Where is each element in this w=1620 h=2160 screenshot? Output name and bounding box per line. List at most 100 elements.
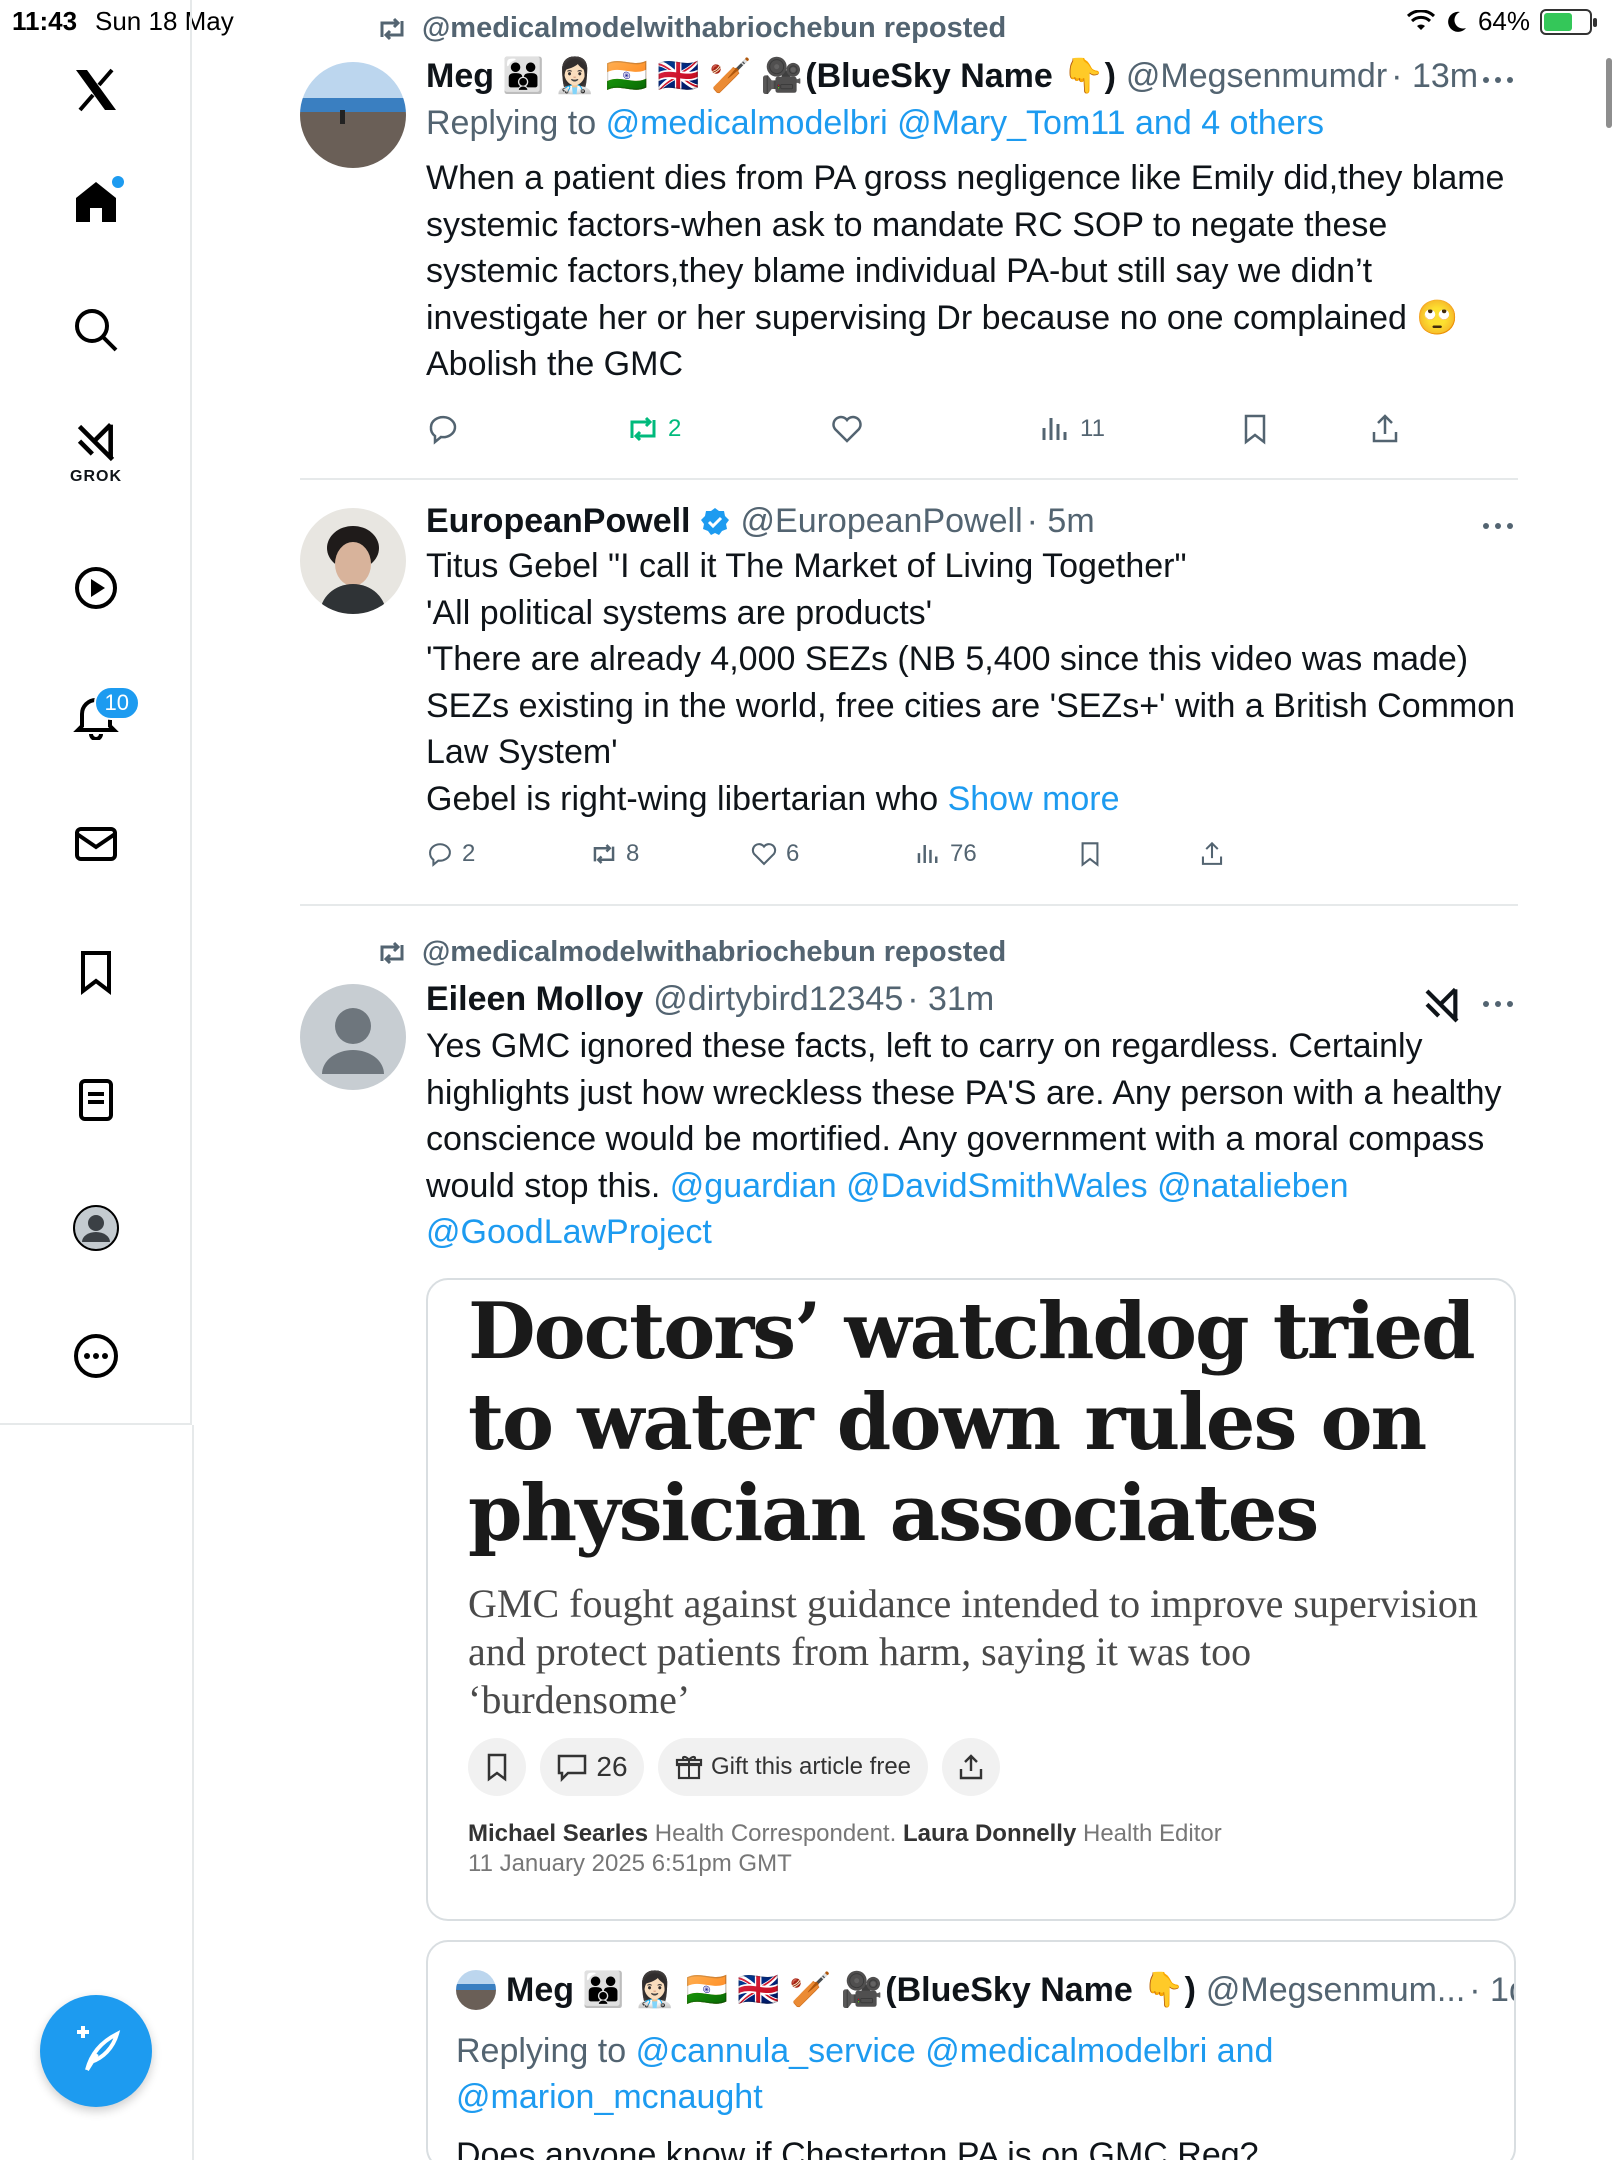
post-body: EuropeanPowell @EuropeanPowell · 5m Titu…: [426, 502, 1516, 884]
quoted-display-name-suffix: (BlueSky Name 👇): [885, 1971, 1196, 2009]
display-name[interactable]: EuropeanPowell: [426, 502, 691, 541]
comment-icon: [558, 1754, 587, 1782]
show-more-link[interactable]: Show more: [948, 780, 1120, 818]
share-icon: [1372, 413, 1398, 442]
article-role-2: Health Editor: [1082, 1820, 1222, 1847]
article-share-button[interactable]: [942, 1738, 1000, 1796]
wifi-icon: [1406, 9, 1435, 30]
article-role-1: Health Correspondent.: [654, 1820, 897, 1847]
quoted-name-emojis: 🧑‍🧑‍🧒 👩🏻‍⚕️ 🇮🇳 🇬🇧 🏏 🎥: [582, 1971, 884, 2009]
avatar[interactable]: [300, 984, 406, 1090]
more-icon[interactable]: [1480, 516, 1516, 536]
grok-icon[interactable]: [1422, 986, 1462, 1026]
article-date: 11 January 2025 6:51pm GMT: [468, 1850, 792, 1877]
quoted-time: · 1d: [1469, 1970, 1514, 2009]
post-text: Yes GMC ignored these facts, left to car…: [426, 1023, 1516, 1256]
article-standfirst: GMC fought against guidance intended to …: [468, 1581, 1478, 1722]
display-name[interactable]: Meg: [426, 57, 494, 96]
article-card[interactable]: Doctors’ watchdog tried to water down ru…: [426, 1278, 1516, 1921]
grok-icon[interactable]: GROK: [60, 416, 132, 488]
reply-context: Replying to @medicalmodelbri @Mary_Tom11…: [426, 104, 1516, 143]
article-comments-button[interactable]: 26: [540, 1738, 644, 1796]
repost-label: @medicalmodelwithabriochebun reposted: [422, 12, 1007, 44]
bookmark-button[interactable]: [1238, 412, 1272, 446]
more-icon[interactable]: [1480, 994, 1516, 1014]
display-name-suffix: (BlueSky Name 👇): [805, 57, 1116, 95]
quoted-display-name: Meg: [506, 1970, 574, 2009]
repost-icon: [593, 844, 615, 864]
repost-button[interactable]: 2: [626, 412, 681, 446]
more-icon[interactable]: [1480, 70, 1516, 90]
notifications-icon[interactable]: 10: [60, 680, 140, 752]
profile-icon[interactable]: [60, 1192, 132, 1264]
x-logo-icon[interactable]: [60, 54, 132, 126]
name-emojis: 🧑‍🧑‍🧒 👩🏻‍⚕️ 🇮🇳 🇬🇧 🏏 🎥: [502, 57, 804, 95]
user-handle[interactable]: @Megsenmumdr: [1126, 57, 1387, 96]
reply-button[interactable]: [426, 412, 468, 446]
post-actions: 2 8 6 76: [426, 840, 1516, 884]
reply-prefix: Replying to: [426, 104, 597, 142]
quoted-post[interactable]: Meg 🧑‍🧑‍🧒 👩🏻‍⚕️ 🇮🇳 🇬🇧 🏏 🎥 (BlueSky Name …: [426, 1940, 1516, 2160]
compose-post-button[interactable]: [40, 1995, 152, 2107]
repost-indicator: @medicalmodelwithabriochebun reposted: [376, 936, 1006, 969]
video-icon[interactable]: [60, 552, 132, 624]
post-time[interactable]: · 5m: [1027, 502, 1095, 541]
reply-icon: [429, 843, 451, 867]
post-time[interactable]: · 13m: [1391, 57, 1478, 96]
views-icon: [917, 844, 938, 864]
post-header: Meg 🧑‍🧑‍🧒 👩🏻‍⚕️ 🇮🇳 🇬🇧 🏏 🎥 (BlueSky Name …: [426, 56, 1516, 96]
user-handle[interactable]: @EuropeanPowell: [741, 502, 1023, 541]
heart-icon: [751, 843, 777, 866]
like-count: 6: [786, 840, 800, 867]
like-button[interactable]: [830, 412, 872, 446]
bookmark-icon: [1244, 414, 1266, 445]
quoted-post-header: Meg 🧑‍🧑‍🧒 👩🏻‍⚕️ 🇮🇳 🇬🇧 🏏 🎥 (BlueSky Name …: [456, 1970, 1514, 2010]
post-text-body: Titus Gebel "I call it The Market of Liv…: [426, 547, 1516, 818]
post-time[interactable]: · 31m: [907, 980, 994, 1019]
quoted-post-text: Does anyone know if Chesterton PA is on …: [456, 2136, 1259, 2160]
like-button[interactable]: 6: [750, 840, 799, 868]
repost-button[interactable]: 8: [590, 840, 639, 868]
share-button[interactable]: [1198, 840, 1226, 868]
home-unread-dot: [112, 176, 124, 188]
post-divider: [300, 904, 1518, 906]
bookmarks-icon[interactable]: [60, 936, 132, 1008]
views-button[interactable]: 11: [1038, 412, 1105, 446]
article-headline: Doctors’ watchdog tried to water down ru…: [468, 1286, 1476, 1559]
reply-button[interactable]: 2: [426, 840, 475, 868]
avatar[interactable]: [300, 508, 406, 614]
bookmark-button[interactable]: [1076, 840, 1104, 868]
share-icon: [1201, 841, 1223, 865]
lists-icon[interactable]: [60, 1064, 132, 1136]
repost-indicator: @medicalmodelwithabriochebun reposted: [376, 12, 1006, 45]
views-count: 11: [1080, 414, 1105, 442]
share-button[interactable]: [1368, 412, 1402, 446]
share-icon: [959, 1754, 983, 1780]
home-icon[interactable]: [60, 166, 132, 238]
repost-icon: [630, 416, 656, 441]
gift-article-label: Gift this article free: [710, 1753, 912, 1780]
user-handle[interactable]: @dirtybird12345: [653, 980, 903, 1019]
display-name[interactable]: Eileen Molloy: [426, 980, 643, 1019]
views-button[interactable]: 76: [914, 840, 977, 868]
article-byline: Michael Searles Health Correspondent. La…: [468, 1820, 1222, 1848]
quoted-reply-context: Replying to @cannula_service @medicalmod…: [456, 2028, 1496, 2120]
post-header: EuropeanPowell @EuropeanPowell · 5m: [426, 502, 1516, 541]
repost-icon: [380, 941, 404, 964]
views-icon: [1042, 417, 1067, 440]
post-body: Meg 🧑‍🧑‍🧒 👩🏻‍⚕️ 🇮🇳 🇬🇧 🏏 🎥 (BlueSky Name …: [426, 56, 1516, 456]
article-bookmark-button[interactable]: [468, 1738, 526, 1796]
scrollbar[interactable]: [1606, 58, 1612, 128]
messages-icon[interactable]: [60, 808, 132, 880]
post-divider: [300, 478, 1518, 480]
repost-label: @medicalmodelwithabriochebun reposted: [422, 936, 1007, 968]
avatar[interactable]: [300, 62, 406, 168]
post-body: Eileen Molloy @dirtybird12345 · 31m Yes …: [426, 980, 1516, 1256]
search-icon[interactable]: [60, 294, 132, 366]
more-options-icon[interactable]: [60, 1320, 132, 1392]
reply-mentions[interactable]: @medicalmodelbri @Mary_Tom11 and 4 other…: [606, 104, 1324, 142]
grok-label: GROK: [70, 468, 122, 485]
gift-article-button[interactable]: Gift this article free: [658, 1738, 928, 1796]
status-right: 64%: [1406, 6, 1597, 37]
post-header: Eileen Molloy @dirtybird12345 · 31m: [426, 980, 1516, 1019]
